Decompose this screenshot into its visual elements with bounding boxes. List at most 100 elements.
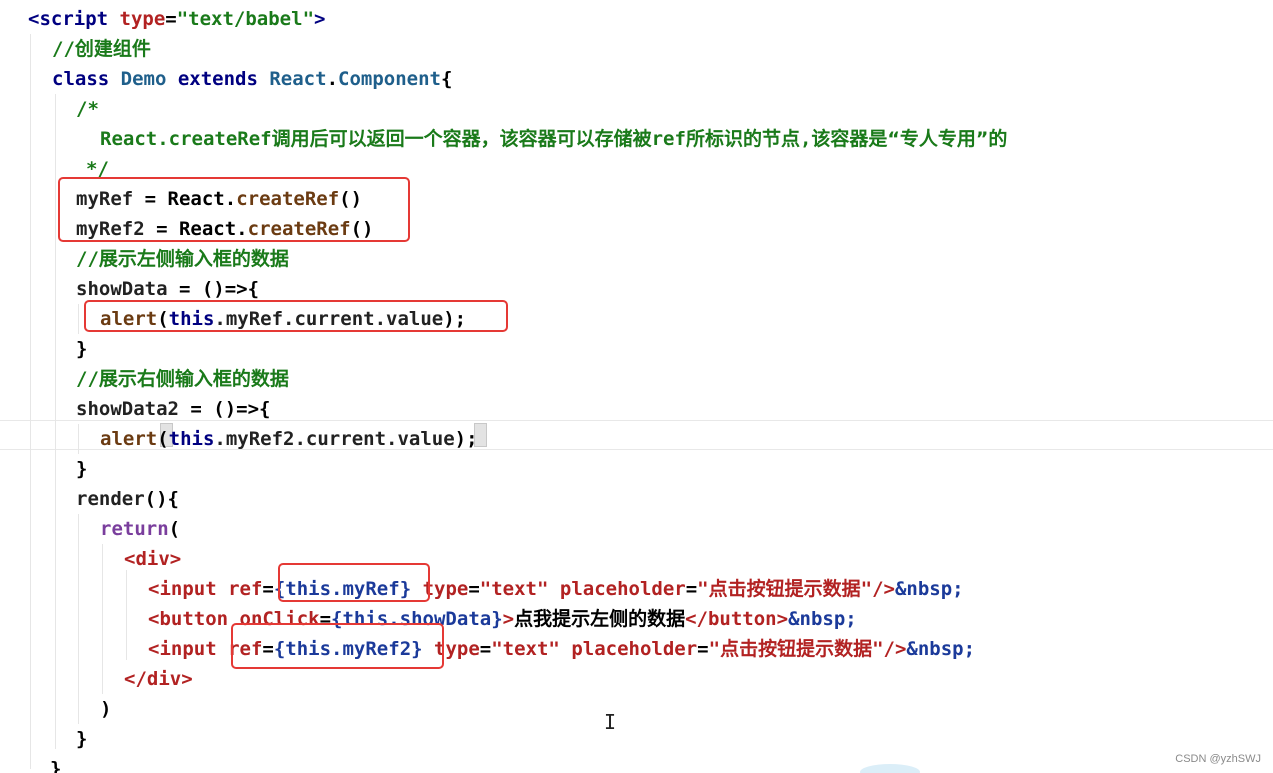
indent-guide: [126, 570, 127, 660]
code-token: 调用后可以返回一个容器，该容器可以存储被: [271, 128, 652, 150]
code-token: this: [168, 428, 215, 450]
code-token: extends: [177, 68, 270, 90]
code-token: ref: [651, 128, 686, 150]
code-token: <button: [148, 608, 240, 630]
code-token: "text": [479, 578, 549, 600]
code-token: 展示左侧输入框的数据: [98, 248, 289, 270]
code-token: showData: [76, 278, 168, 300]
code-token: placeholder: [548, 578, 686, 600]
code-line[interactable]: showData2 = ()=>{: [76, 394, 270, 424]
code-line[interactable]: //创建组件: [52, 34, 151, 64]
code-token: class: [52, 68, 121, 90]
code-token: =: [685, 578, 698, 600]
code-token: ()=>{: [201, 278, 260, 300]
code-line[interactable]: React.createRef调用后可以返回一个容器，该容器可以存储被ref所标…: [100, 124, 1007, 154]
code-token: ;: [466, 428, 478, 450]
code-token: 所标识的节点: [685, 128, 800, 150]
highlight-box-alert: [84, 300, 508, 332]
code-token: 该容器是“专人专用”的: [811, 128, 1008, 150]
code-token: }: [76, 338, 88, 360]
code-token: }: [76, 728, 88, 750]
code-token: <div>: [124, 548, 182, 570]
code-token: =: [178, 398, 214, 420]
code-line[interactable]: render(){: [76, 484, 179, 514]
code-token: "text": [491, 638, 560, 660]
code-line[interactable]: //展示右侧输入框的数据: [76, 364, 289, 394]
watermark: CSDN @yzhSWJ: [1175, 753, 1261, 765]
code-token: =: [468, 578, 480, 600]
code-token: >: [502, 608, 515, 630]
code-line[interactable]: /*: [76, 94, 99, 124]
code-token: "text/babel": [176, 8, 315, 30]
code-line[interactable]: <script type="text/babel">: [28, 4, 325, 34]
scroll-indicator: [860, 764, 920, 773]
code-token: &nbsp;: [906, 638, 976, 660]
code-token: 展示右侧输入框的数据: [98, 368, 289, 390]
code-line[interactable]: alert(this.myRef2.current.value);: [100, 424, 478, 454]
code-token: &nbsp;: [788, 608, 857, 630]
code-token: /*: [76, 98, 99, 120]
code-token: .myRef2.current.value: [214, 428, 455, 450]
code-line[interactable]: <div>: [124, 544, 181, 574]
code-line[interactable]: }: [76, 454, 87, 484]
code-token: <input: [148, 638, 229, 660]
code-token: ": [708, 638, 721, 660]
code-token: <script: [28, 8, 120, 30]
code-token: return: [100, 518, 169, 540]
indent-guide: [102, 544, 103, 694]
code-token: //: [52, 38, 75, 60]
code-line[interactable]: <input ref={this.myRef} type="text" plac…: [148, 574, 964, 604]
code-token: .: [326, 68, 339, 90]
code-token: React.createRef: [100, 128, 272, 150]
code-token: React: [269, 68, 327, 90]
code-token: placeholder: [559, 638, 698, 660]
highlight-box-ref-myref2: [231, 623, 444, 669]
code-token: Demo: [120, 68, 178, 90]
code-token: >: [314, 8, 326, 30]
code-line[interactable]: }: [76, 724, 87, 754]
indent-guide: [78, 424, 79, 454]
code-token: showData2: [76, 398, 179, 420]
code-token: =: [697, 638, 709, 660]
code-line[interactable]: }: [76, 334, 87, 364]
indent-guide: [78, 514, 79, 724]
code-line[interactable]: //展示左侧输入框的数据: [76, 244, 289, 274]
highlight-box-ref-myref: [278, 563, 430, 602]
code-token: }: [50, 758, 62, 773]
code-token: type: [119, 8, 166, 30]
code-token: {: [440, 68, 453, 90]
code-token: ,: [799, 128, 812, 150]
code-token: Component: [338, 68, 441, 90]
code-editor[interactable]: <script type="text/babel">//创建组件 class De…: [0, 0, 1273, 773]
code-token: 点击按钮提示数据: [708, 578, 861, 600]
code-line[interactable]: ): [100, 694, 111, 724]
code-token: (: [168, 518, 181, 540]
highlight-box-createref: [58, 177, 410, 242]
indent-guide: [78, 304, 79, 334]
indent-guide: [30, 34, 31, 769]
code-token: ()=>{: [213, 398, 271, 420]
code-token: "/>: [860, 578, 895, 600]
code-token: <input: [148, 578, 229, 600]
code-token: </button>: [685, 608, 789, 630]
code-token: alert: [100, 428, 158, 450]
code-token: </div>: [124, 668, 193, 690]
text-cursor-icon: I: [604, 710, 617, 734]
code-token: ): [100, 698, 112, 720]
code-token: render: [76, 488, 145, 510]
code-line[interactable]: </div>: [124, 664, 193, 694]
code-token: 点我提示左侧的数据: [514, 608, 686, 630]
code-token: ref: [228, 578, 263, 600]
code-line[interactable]: return(: [100, 514, 180, 544]
code-token: =: [165, 8, 177, 30]
code-token: //: [76, 368, 99, 390]
code-line[interactable]: }: [50, 754, 61, 773]
code-token: 创建组件: [74, 38, 151, 60]
code-token: &nbsp;: [894, 578, 964, 600]
code-token: }: [76, 458, 88, 480]
code-token: (){: [144, 488, 179, 510]
code-token: ": [697, 578, 709, 600]
code-token: =: [262, 578, 274, 600]
code-line[interactable]: class Demo extends React.Component{: [52, 64, 452, 94]
code-token: 点击按钮提示数据: [720, 638, 873, 660]
